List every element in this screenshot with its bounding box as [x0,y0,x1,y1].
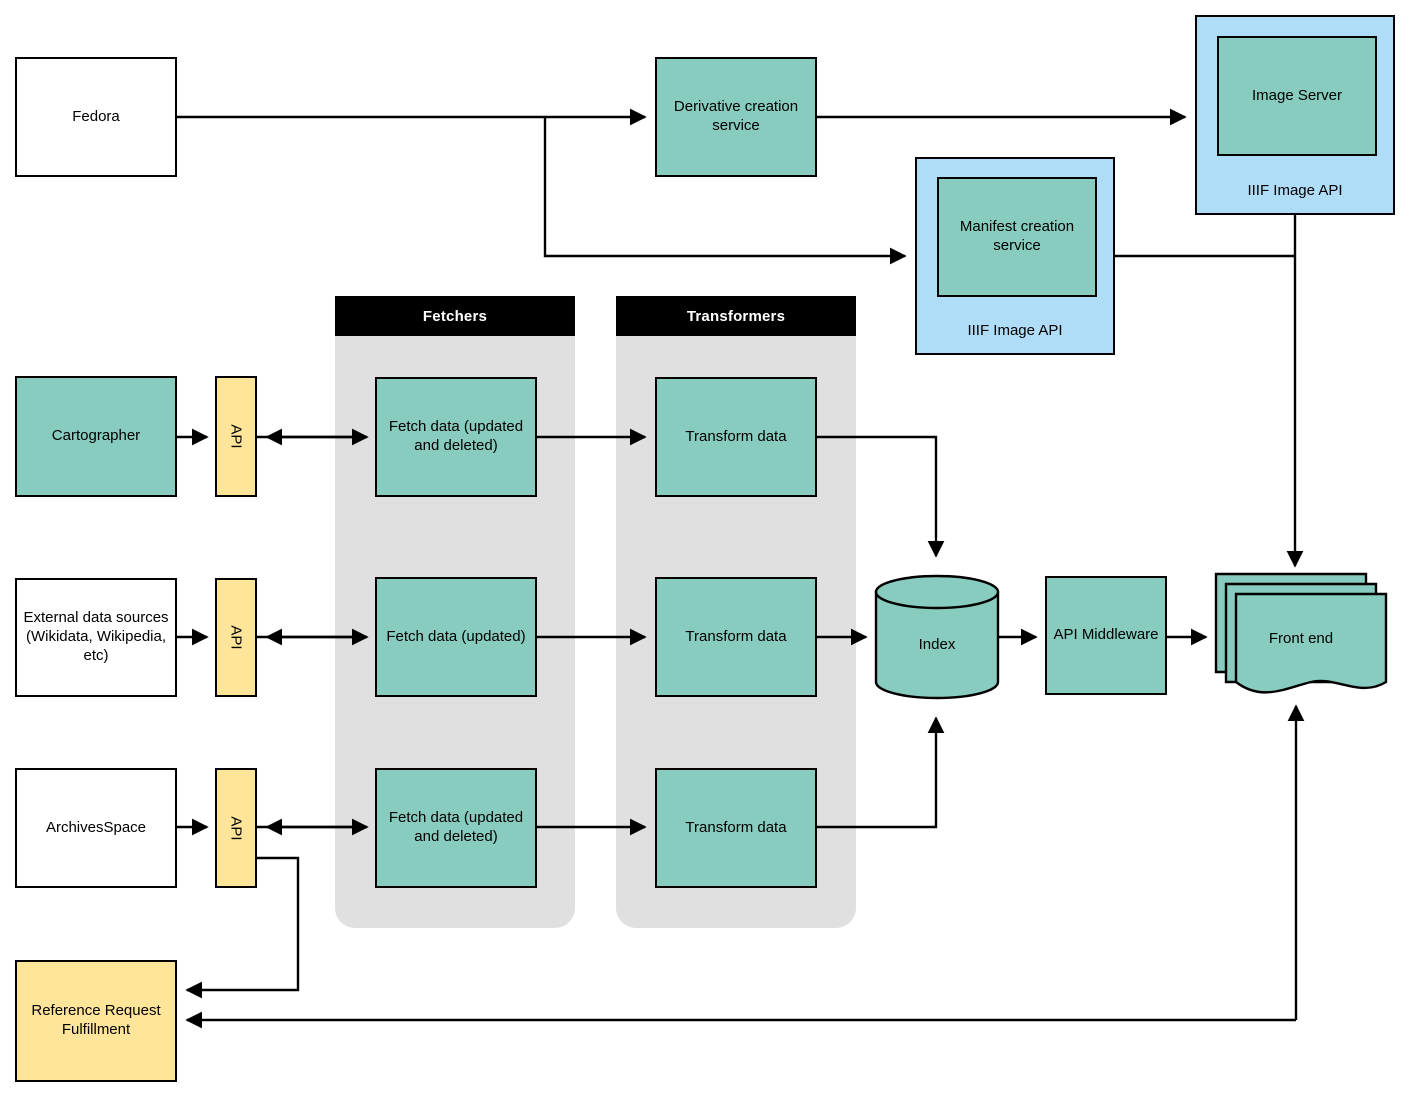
node-reference-request-fulfillment-label: Reference Request Fulfillment [31,1002,161,1038]
node-fetch-data-archivesspace-label: Fetch data (updated and deleted) [388,809,524,845]
node-image-server[interactable]: Image Server [1217,36,1377,156]
edge-transform3-to-index [817,716,945,829]
container-iiif-image-api-image-server: Image Server IIIF Image API [1195,15,1395,215]
diagram-canvas: Fetchers Transformers Fedora Derivative … [0,0,1413,1096]
node-archivesspace[interactable]: ArchivesSpace [15,768,177,888]
node-transform-data-3-label: Transform data [685,818,787,836]
container-manifest-label: IIIF Image API [967,322,1063,339]
node-cartographer[interactable]: Cartographer [15,376,177,497]
node-derivative-creation-service-label: Derivative creation service [673,98,799,134]
node-fetch-data-external[interactable]: Fetch data (updated) [375,577,537,697]
node-api-archivesspace-label: API [227,815,245,841]
node-api-cartographer[interactable]: API [215,376,257,497]
node-front-end-label: Front end [1268,630,1334,647]
node-fetch-data-cartographer[interactable]: Fetch data (updated and deleted) [375,377,537,497]
node-api-external[interactable]: API [215,578,257,697]
node-derivative-creation-service[interactable]: Derivative creation service [655,57,817,177]
container-image-server-label: IIIF Image API [1247,182,1343,199]
node-fedora[interactable]: Fedora [15,57,177,177]
node-external-data-sources[interactable]: External data sources (Wikidata, Wikiped… [15,578,177,697]
node-index-label: Index [918,636,956,653]
node-fetch-data-cartographer-label: Fetch data (updated and deleted) [388,418,524,454]
node-fetch-data-archivesspace[interactable]: Fetch data (updated and deleted) [375,768,537,888]
node-api-middleware-label: API Middleware [1053,626,1159,644]
node-reference-request-fulfillment[interactable]: Reference Request Fulfillment [15,960,177,1082]
node-api-cartographer-label: API [227,424,245,449]
node-transform-data-2[interactable]: Transform data [655,577,817,697]
node-archivesspace-label: ArchivesSpace [45,818,147,836]
node-manifest-creation-service[interactable]: Manifest creation service [937,177,1097,297]
node-transform-data-3[interactable]: Transform data [655,768,817,888]
node-transform-data-2-label: Transform data [685,627,787,645]
node-image-server-label: Image Server [1251,86,1343,104]
node-transform-data-1[interactable]: Transform data [655,377,817,497]
node-cartographer-label: Cartographer [51,427,141,445]
node-fedora-label: Fedora [72,107,120,125]
container-iiif-image-api-manifest: Manifest creation service IIIF Image API [915,157,1115,355]
node-api-middleware[interactable]: API Middleware [1045,576,1167,695]
node-api-archivesspace[interactable]: API [215,768,257,888]
node-api-external-label: API [227,625,245,650]
node-manifest-creation-service-label: Manifest creation service [959,218,1075,254]
node-transform-data-1-label: Transform data [685,427,787,445]
node-external-data-sources-label: External data sources (Wikidata, Wikiped… [23,609,169,664]
node-fetch-data-external-label: Fetch data (updated) [386,627,526,645]
edge-transform1-to-index [817,435,945,558]
